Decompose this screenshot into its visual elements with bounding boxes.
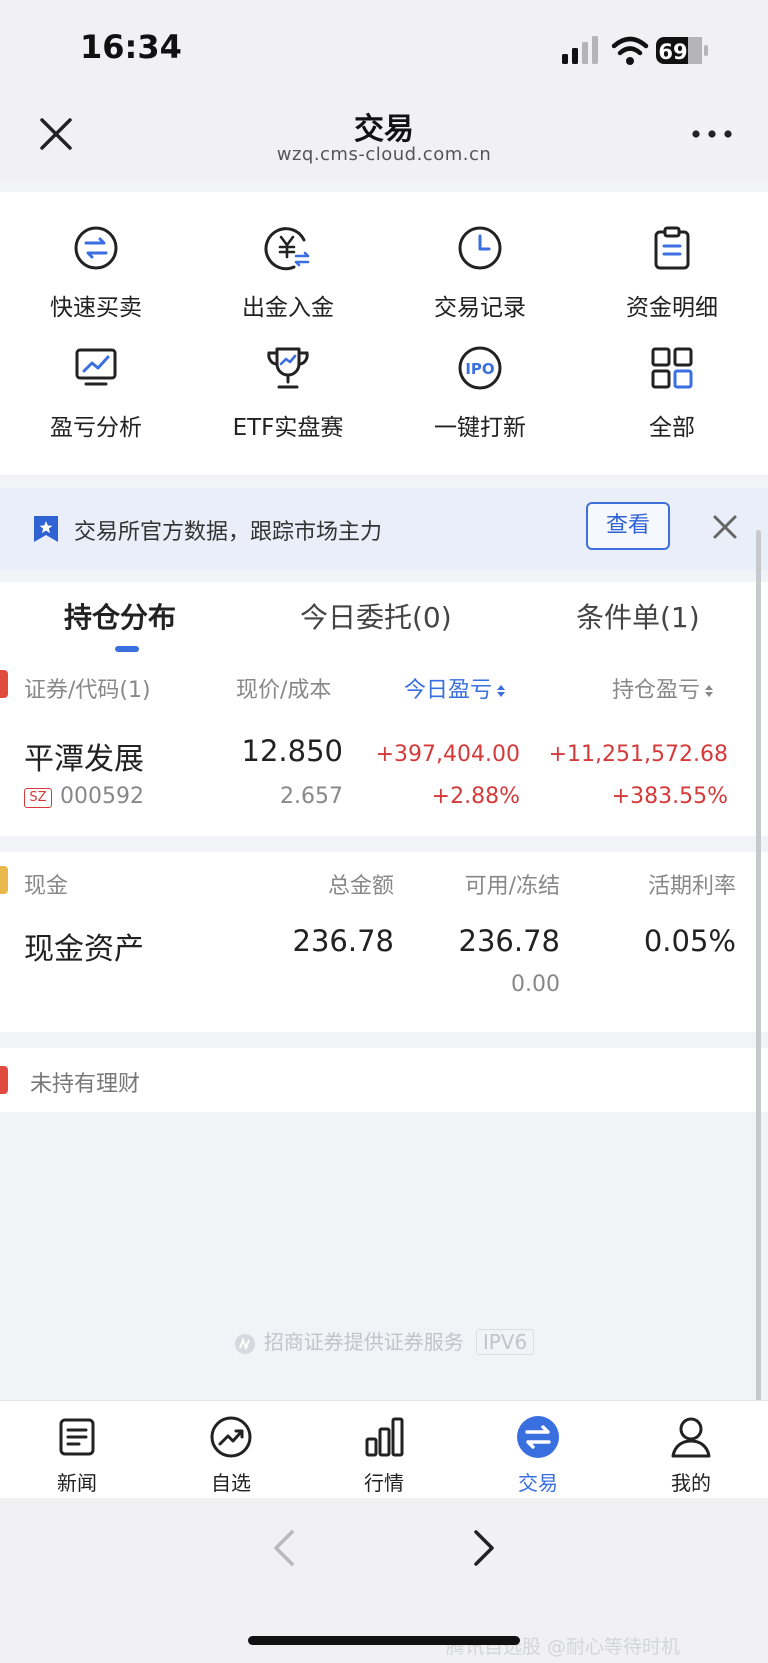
header-interest-rate: 活期利率 — [647, 874, 736, 899]
quick-action-label: 全部 — [649, 415, 695, 441]
cash-name: 现金资产 — [24, 932, 144, 967]
tab-today-orders[interactable]: 今日委托(0) — [300, 596, 452, 636]
page-title: 交易 — [354, 112, 414, 147]
status-time: 16:34 — [80, 28, 182, 66]
quick-action-etf-contest[interactable]: ETF实盘赛 — [192, 312, 384, 441]
clipboard-icon — [654, 226, 690, 270]
signal-icon — [562, 36, 598, 64]
svg-text:IPO: IPO — [465, 360, 494, 378]
holding-code: 000592 — [60, 784, 144, 809]
quick-action-label: 盈亏分析 — [50, 415, 142, 441]
grid-icon — [651, 347, 693, 389]
wifi-icon — [611, 36, 649, 65]
cash-rate: 0.05% — [643, 924, 736, 958]
wealth-empty-text: 未持有理财 — [30, 1072, 141, 1097]
banner-text: 交易所官方数据，跟踪市场主力 — [74, 520, 383, 545]
holding-price: 12.850 — [241, 734, 343, 768]
back-arrow-icon[interactable] — [272, 1528, 296, 1568]
holding-name: 平潭发展 — [24, 742, 144, 777]
header-available-frozen: 可用/冻结 — [464, 874, 560, 899]
section-marker — [0, 866, 8, 894]
cash-available: 236.78 — [458, 924, 560, 958]
more-icon[interactable] — [690, 122, 734, 146]
tabbar-trade[interactable]: 交易 — [461, 1401, 615, 1499]
header-price-cost: 现价/成本 — [236, 678, 332, 703]
cash-section: 现金 总金额 可用/冻结 活期利率 现金资产 236.78 236.78 0.0… — [0, 852, 768, 1032]
holding-today-pct: +2.88% — [431, 784, 520, 809]
tab-positions[interactable]: 持仓分布 — [64, 596, 176, 636]
tabbar-me[interactable]: 我的 — [614, 1401, 768, 1499]
banner-view-button[interactable]: 查看 — [586, 502, 670, 550]
holding-total-pct: +383.55% — [611, 784, 728, 809]
service-provider-note: 招商证券提供证券服务 IPV6 — [0, 1326, 768, 1355]
quick-action-label: 一键打新 — [434, 415, 526, 441]
service-provider-text: 招商证券提供证券服务 — [263, 1330, 464, 1354]
header-security: 证券/代码(1) — [24, 678, 151, 703]
ipv6-badge: IPV6 — [475, 1329, 535, 1355]
quick-action-fund-details[interactable]: 资金明细 — [576, 192, 768, 321]
sort-icon — [497, 685, 506, 697]
holdings-section: 证券/代码(1) 现价/成本 今日盈亏 持仓盈亏 平潭发展 000592 12.… — [0, 656, 768, 836]
bar-chart-icon — [365, 1417, 404, 1457]
exchange-circle-icon — [74, 226, 118, 270]
quick-action-deposit-withdraw[interactable]: 出金入金 — [192, 192, 384, 321]
tab-conditional-orders[interactable]: 条件单(1) — [576, 596, 700, 636]
cms-logo-icon — [234, 1333, 255, 1354]
person-icon — [671, 1417, 711, 1458]
tabbar-label: 行情 — [364, 1471, 404, 1495]
trend-circle-icon — [210, 1416, 252, 1458]
wealth-section[interactable]: 未持有理财 — [0, 1048, 768, 1112]
section-marker — [0, 670, 8, 698]
battery-level: 69 — [658, 40, 687, 64]
tabbar-label: 新闻 — [57, 1471, 97, 1495]
header-cash: 现金 — [24, 874, 69, 899]
tabbar-label: 交易 — [518, 1471, 558, 1495]
bookmark-star-icon — [34, 516, 58, 542]
header-total-pl-label: 持仓盈亏 — [612, 678, 701, 703]
holding-today-pl: +397,404.00 — [375, 742, 520, 767]
tabbar-label: 我的 — [671, 1471, 711, 1495]
ipo-icon: IPO — [458, 346, 502, 390]
tabbar-market[interactable]: 行情 — [307, 1401, 461, 1499]
status-icons: 69 — [562, 36, 708, 65]
chart-monitor-icon — [75, 348, 117, 386]
quick-action-grid: 快速买卖 出金入金 交易记录 资金明细 盈亏分析 ETF实盘赛 IPO 一键打新… — [0, 192, 768, 475]
header-today-pl-label: 今日盈亏 — [404, 678, 493, 703]
header-today-pl[interactable]: 今日盈亏 — [404, 672, 506, 704]
home-indicator — [248, 1636, 520, 1645]
holding-total-pl: +11,251,572.68 — [548, 742, 728, 767]
trade-exchange-icon — [517, 1416, 559, 1458]
quick-action-trade-records[interactable]: 交易记录 — [384, 192, 576, 321]
header-total-pl[interactable]: 持仓盈亏 — [612, 672, 714, 704]
quick-action-pl-analysis[interactable]: 盈亏分析 — [0, 312, 192, 441]
active-tab-indicator — [115, 646, 139, 652]
quick-action-ipo[interactable]: IPO 一键打新 — [384, 312, 576, 441]
news-icon — [59, 1418, 95, 1456]
yuan-transfer-icon — [264, 227, 310, 271]
scrollbar[interactable] — [756, 530, 761, 1490]
tabbar-label: 自选 — [211, 1471, 251, 1495]
banner-close-icon[interactable] — [710, 512, 740, 542]
tabbar-news[interactable]: 新闻 — [0, 1401, 154, 1499]
market-badge: SZ — [24, 788, 52, 808]
quick-action-fast-trade[interactable]: 快速买卖 — [0, 192, 192, 321]
battery-icon: 69 — [656, 37, 708, 64]
cash-total: 236.78 — [292, 924, 394, 958]
section-marker — [0, 1066, 8, 1094]
cash-frozen: 0.00 — [511, 972, 560, 997]
quick-action-all[interactable]: 全部 — [576, 312, 768, 441]
quick-action-label: ETF实盘赛 — [232, 415, 344, 441]
clock-icon — [458, 226, 502, 270]
page-url: wzq.cms-cloud.com.cn — [276, 144, 492, 165]
bottom-tab-bar: 新闻 自选 行情 交易 我的 — [0, 1400, 768, 1499]
trophy-icon — [267, 347, 309, 389]
tabbar-watchlist[interactable]: 自选 — [154, 1401, 308, 1499]
header-total-amount: 总金额 — [327, 874, 394, 899]
sort-icon — [705, 685, 714, 697]
holding-cost: 2.657 — [280, 784, 343, 809]
forward-arrow-icon[interactable] — [472, 1528, 496, 1568]
